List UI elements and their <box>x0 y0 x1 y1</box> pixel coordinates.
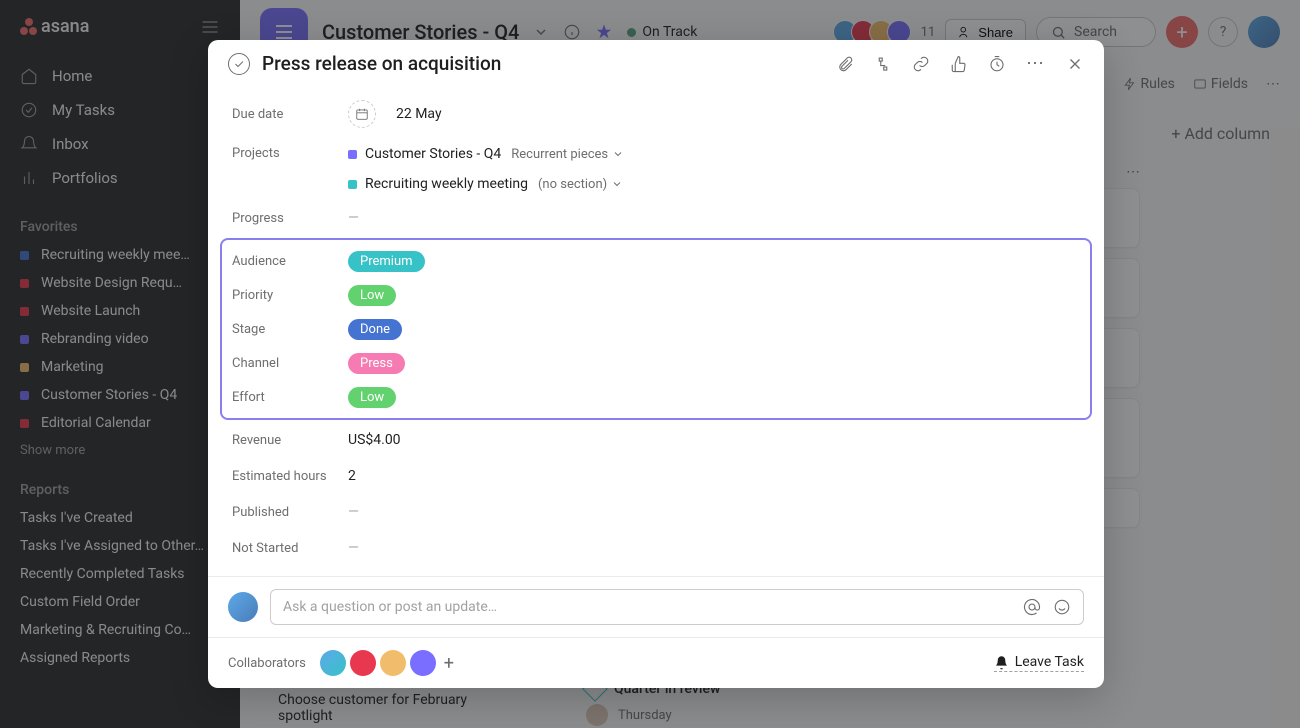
project-chip[interactable]: Recruiting weekly meeting <box>348 176 528 192</box>
user-avatar <box>228 592 258 622</box>
complete-task-button[interactable] <box>228 53 250 75</box>
progress-value[interactable]: — <box>348 210 359 226</box>
mention-icon[interactable] <box>1023 598 1041 616</box>
avatar[interactable] <box>350 650 376 676</box>
modal-actions: ⋯ <box>836 53 1084 74</box>
field-published: Published — <box>232 494 1080 530</box>
field-projects: Projects Customer Stories - Q4 Recurrent… <box>232 136 1080 200</box>
task-title[interactable]: Press release on acquisition <box>262 52 824 75</box>
leave-task-button[interactable]: Leave Task <box>994 654 1084 672</box>
more-icon[interactable]: ⋯ <box>1026 53 1046 74</box>
stage-pill[interactable]: Done <box>348 319 402 340</box>
field-keyword: Keyword Press <box>232 566 1080 576</box>
field-channel: Channel Press <box>232 346 1080 380</box>
task-fields: Due date 22 May Projects Customer Storie… <box>208 88 1104 576</box>
field-estimated-hours: Estimated hours 2 <box>232 458 1080 494</box>
collaborators-row: Collaborators + Leave Task <box>208 637 1104 688</box>
project-chip-row: Customer Stories - Q4 Recurrent pieces <box>348 146 624 162</box>
avatar[interactable] <box>320 650 346 676</box>
channel-pill[interactable]: Press <box>348 353 405 374</box>
field-effort: Effort Low <box>232 380 1080 414</box>
field-not-started: Not Started — <box>232 530 1080 566</box>
estimated-hours-value[interactable]: 2 <box>348 468 356 484</box>
avatar[interactable] <box>410 650 436 676</box>
custom-fields-highlight: Audience Premium Priority Low Stage Done… <box>220 238 1092 420</box>
effort-pill[interactable]: Low <box>348 387 396 408</box>
collaborator-avatars: + <box>320 650 458 676</box>
like-icon[interactable] <box>950 55 968 73</box>
field-priority: Priority Low <box>232 278 1080 312</box>
not-started-value[interactable]: — <box>348 540 359 556</box>
emoji-icon[interactable] <box>1053 598 1071 616</box>
field-revenue: Revenue US$4.00 <box>232 422 1080 458</box>
close-icon[interactable] <box>1066 55 1084 73</box>
calendar-icon <box>348 100 376 128</box>
field-stage: Stage Done <box>232 312 1080 346</box>
due-date-value[interactable]: 22 May <box>348 100 442 128</box>
avatar[interactable] <box>380 650 406 676</box>
priority-pill[interactable]: Low <box>348 285 396 306</box>
comment-composer: Ask a question or post an update… <box>208 576 1104 637</box>
project-chip[interactable]: Customer Stories - Q4 <box>348 146 501 162</box>
published-value[interactable]: — <box>348 504 359 520</box>
comment-tools <box>1023 598 1071 616</box>
project-color-dot <box>348 180 357 189</box>
add-collaborator-button[interactable]: + <box>440 654 458 672</box>
comment-input[interactable]: Ask a question or post an update… <box>270 589 1084 625</box>
field-due-date: Due date 22 May <box>232 92 1080 136</box>
section-selector[interactable]: (no section) <box>538 177 623 192</box>
section-selector[interactable]: Recurrent pieces <box>511 147 624 162</box>
field-audience: Audience Premium <box>232 244 1080 278</box>
bell-icon <box>994 655 1009 670</box>
project-chip-row: Recruiting weekly meeting (no section) <box>348 176 624 192</box>
project-color-dot <box>348 150 357 159</box>
collaborators-label: Collaborators <box>228 656 306 671</box>
subtask-icon[interactable] <box>874 55 892 73</box>
attachment-icon[interactable] <box>836 55 854 73</box>
timer-icon[interactable] <box>988 55 1006 73</box>
task-detail-modal: Press release on acquisition ⋯ Due date … <box>208 40 1104 688</box>
field-progress: Progress — <box>232 200 1080 236</box>
modal-header: Press release on acquisition ⋯ <box>208 40 1104 88</box>
audience-pill[interactable]: Premium <box>348 251 425 272</box>
link-icon[interactable] <box>912 55 930 73</box>
revenue-value[interactable]: US$4.00 <box>348 432 401 448</box>
